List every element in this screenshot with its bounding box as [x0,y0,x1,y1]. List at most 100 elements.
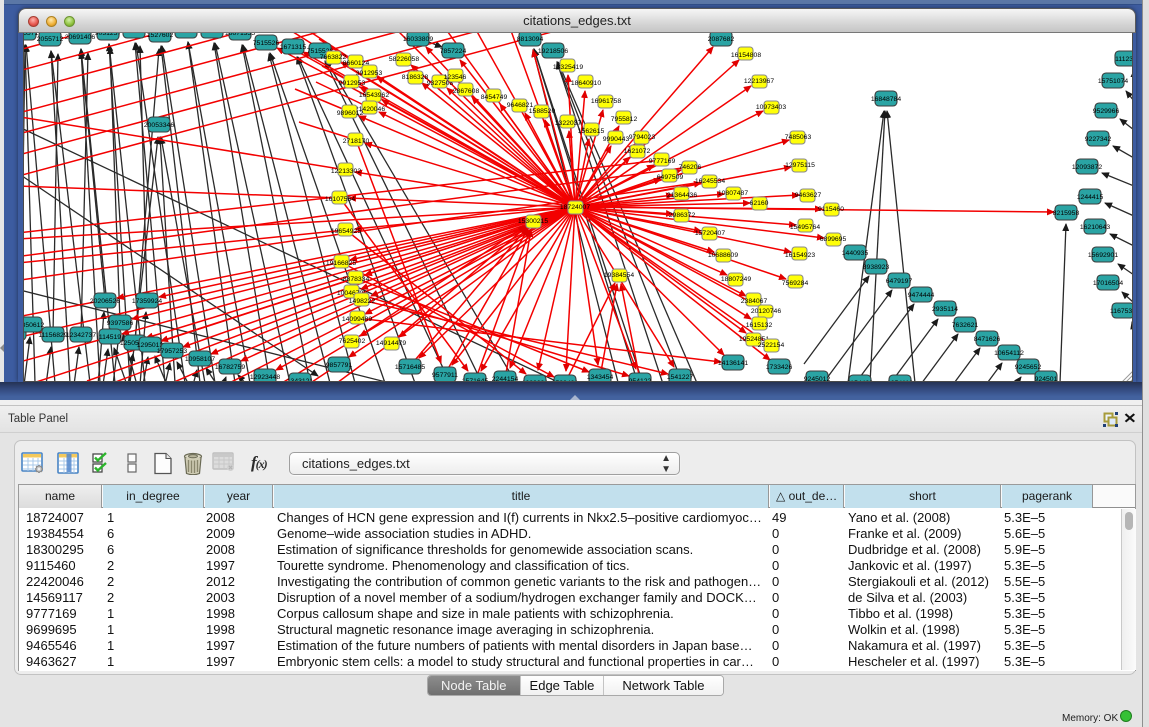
svg-text:15692901: 15692901 [1088,252,1118,259]
svg-text:8215958: 8215958 [1053,210,1080,217]
svg-text:9474444: 9474444 [908,292,935,299]
svg-text:2055712: 2055712 [37,36,64,43]
svg-text:9227342: 9227342 [1085,136,1112,143]
svg-text:7632621: 7632621 [952,322,979,329]
svg-text:9912953: 9912953 [339,80,366,87]
svg-text:114519: 114519 [99,334,121,341]
svg-text:2384067: 2384067 [741,298,768,305]
svg-text:10958107: 10958107 [185,356,215,363]
svg-text:1440935: 1440935 [842,250,869,257]
svg-text:16782759: 16782759 [215,364,245,371]
svg-text:8186328: 8186328 [402,74,429,81]
svg-text:16210643: 16210643 [1080,224,1110,231]
svg-text:7857224: 7857224 [440,48,467,55]
svg-text:16543962: 16543962 [359,92,389,99]
svg-text:16107554: 16107554 [325,196,355,203]
svg-text:6479197: 6479197 [886,278,913,285]
svg-text:9245652: 9245652 [1015,364,1042,371]
svg-text:1244415: 1244415 [1077,194,1104,201]
svg-text:20053346: 20053346 [144,122,174,129]
svg-text:16848784: 16848784 [871,96,901,103]
svg-text:1621072: 1621072 [624,148,651,155]
svg-text:10719155: 10719155 [197,33,227,35]
svg-text:9115460: 9115460 [818,206,844,213]
svg-text:21364436: 21364436 [667,192,697,199]
svg-text:8813094: 8813094 [517,36,544,43]
svg-text:12213967: 12213967 [744,78,774,85]
svg-text:17957253: 17957253 [157,348,187,355]
svg-text:15720407: 15720407 [695,230,725,237]
svg-text:3912953: 3912953 [356,70,383,77]
svg-text:7485063: 7485063 [785,134,812,141]
svg-text:17016504: 17016504 [1093,280,1123,287]
svg-text:19654925: 19654925 [331,228,361,235]
svg-text:9794023: 9794023 [629,134,656,141]
svg-text:58226058: 58226058 [389,56,419,63]
svg-text:18807249: 18807249 [721,276,751,283]
svg-text:7515526: 7515526 [253,40,280,47]
svg-text:2986372: 2986372 [669,212,696,219]
svg-text:1562615: 1562615 [578,128,605,135]
svg-text:7625402: 7625402 [339,338,366,345]
svg-text:2718170: 2718170 [343,138,370,145]
svg-text:9031257: 9031257 [95,33,122,37]
svg-text:10688609: 10688609 [708,252,738,259]
svg-text:12923448: 12923448 [250,374,280,381]
svg-text:8471626: 8471626 [974,336,1001,343]
svg-text:9777169: 9777169 [649,158,676,165]
svg-text:20691406: 20691406 [65,34,95,41]
svg-text:15495764: 15495764 [790,224,820,231]
svg-text:9990443: 9990443 [603,136,630,143]
svg-text:15716485: 15716485 [395,364,425,371]
svg-text:1671315: 1671315 [280,44,307,51]
svg-text:9896012: 9896012 [337,110,364,117]
svg-text:19166825: 19166825 [326,260,356,267]
svg-text:8466160: 8466160 [173,33,200,35]
svg-text:9857791: 9857791 [326,362,353,369]
svg-text:10654112: 10654112 [994,350,1024,357]
svg-text:10973403: 10973403 [756,104,786,111]
svg-text:16245534: 16245534 [695,178,725,185]
svg-text:746206: 746206 [679,164,702,171]
svg-text:2087682: 2087682 [708,36,735,43]
svg-text:1322037: 1322037 [555,120,582,127]
svg-text:16033809: 16033809 [403,36,433,43]
svg-text:16154808: 16154808 [731,52,761,59]
svg-text:12975115: 12975115 [785,162,815,169]
svg-text:14136141: 14136141 [718,360,748,367]
svg-text:8938923: 8938923 [863,264,890,271]
svg-text:17359924: 17359924 [132,298,162,305]
svg-text:18724007: 18724007 [560,204,590,211]
svg-text:2935114: 2935114 [932,306,958,313]
svg-text:15300215: 15300215 [518,218,548,225]
svg-text:9463627: 9463627 [795,192,822,199]
svg-text:20206526: 20206526 [90,298,120,305]
svg-text:111233: 111233 [1115,56,1133,63]
svg-text:12213302: 12213302 [331,168,361,175]
svg-text:8454749: 8454749 [481,94,508,101]
svg-text:9529966: 9529966 [1093,108,1120,115]
svg-text:19218506: 19218506 [538,48,568,55]
svg-text:1850612: 1850612 [24,322,44,329]
svg-text:16671355: 16671355 [225,33,255,37]
svg-text:20120746: 20120746 [751,308,781,315]
svg-text:9577911: 9577911 [432,372,458,379]
svg-text:7955812: 7955812 [611,116,638,123]
svg-text:9397586: 9397586 [107,320,134,327]
svg-text:19384554: 19384554 [604,272,634,279]
svg-text:2522154: 2522154 [758,342,785,349]
svg-text:10653267: 10653267 [119,33,149,35]
svg-text:14914479: 14914479 [376,340,406,347]
svg-text:1343454: 1343454 [587,374,614,381]
svg-text:12342737: 12342737 [66,332,96,339]
svg-text:18640910: 18640910 [571,80,601,87]
svg-text:2867608: 2867608 [453,88,480,95]
svg-text:123546: 123546 [444,74,467,81]
svg-text:16961758: 16961758 [591,98,621,105]
svg-text:1541227: 1541227 [667,374,694,381]
svg-text:12093872: 12093872 [1072,164,1102,171]
svg-text:1733426: 1733426 [766,364,793,371]
svg-text:62160: 62160 [750,200,769,207]
svg-text:16154923: 16154923 [785,252,815,259]
svg-text:10807487: 10807487 [718,190,748,197]
